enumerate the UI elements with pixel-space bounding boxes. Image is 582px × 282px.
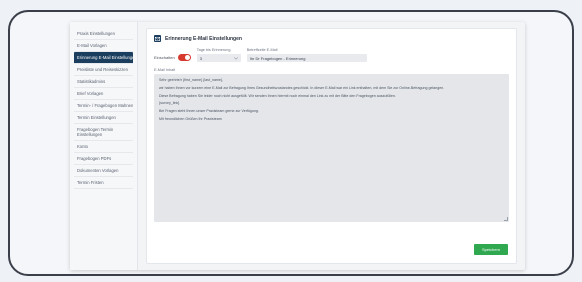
days-group: Tage bis Erinnerung 3 bbox=[196, 48, 241, 62]
days-select[interactable]: 3 bbox=[196, 54, 241, 62]
subject-input[interactable]: Ihr Dr Fragebogen - Erinnerung bbox=[246, 54, 367, 62]
enable-group: Einschalten bbox=[154, 54, 191, 62]
message-textarea[interactable]: Sehr geehrte/r {first_name} {last_name},… bbox=[154, 74, 509, 222]
days-label: Tage bis Erinnerung bbox=[196, 48, 231, 52]
message-line: wir haben Ihnen vor kurzem eine E-Mail z… bbox=[159, 85, 445, 90]
card-title: Erinnerung E-Mail Einstellungen bbox=[165, 35, 242, 42]
sidebar-item-termin-fragebogen-mahnen[interactable]: Termin- / Fragebogen Mahnen bbox=[74, 100, 133, 112]
message-line: Bei Fragen steht Ihnen unser Praxisteam … bbox=[159, 109, 259, 114]
toggle-knob bbox=[184, 55, 190, 60]
subject-group: Betreffzeile E-Mail Ihr Dr Fragebogen - … bbox=[246, 48, 367, 62]
sidebar-item-fragebogen-pdfs[interactable]: Fragebogen PDFs bbox=[74, 153, 133, 165]
settings-sidebar: Praxis Einstellungen E-Mail Vorlagen Eri… bbox=[70, 22, 138, 270]
message-line: Mit freundlichen Grüßen Ihr Praxisteam bbox=[159, 116, 222, 121]
enable-label: Einschalten bbox=[154, 54, 175, 60]
settings-row: Einschalten Tage bis Erinnerung 3 Betref… bbox=[154, 48, 509, 62]
sidebar-item-dokumenten-vorlagen[interactable]: Dokumenten Vorlagen bbox=[74, 165, 133, 177]
sidebar-item-statistikadmins[interactable]: Statistikadmins bbox=[74, 76, 133, 88]
sidebar-item-termin-fristen[interactable]: Termin Fristen bbox=[74, 177, 133, 189]
app-window: Praxis Einstellungen E-Mail Vorlagen Eri… bbox=[70, 22, 525, 270]
sidebar-item-konto[interactable]: Konto bbox=[74, 141, 133, 153]
sidebar-item-brief-vorlagen[interactable]: Brief Vorlagen bbox=[74, 88, 133, 100]
sidebar-item-fragebogen-termin[interactable]: Fragebogen Termin Einstellungen bbox=[74, 124, 133, 141]
envelope-icon bbox=[154, 35, 161, 42]
days-value: 3 bbox=[199, 55, 202, 61]
main-content: Erinnerung E-Mail Einstellungen Einschal… bbox=[138, 22, 525, 270]
sidebar-item-erinnerung-email[interactable]: Erinnerung E-Mail Einstellungen bbox=[74, 52, 133, 64]
message-label: E-Mail Inhalt bbox=[154, 68, 176, 72]
card-header: Erinnerung E-Mail Einstellungen bbox=[154, 35, 509, 42]
save-button[interactable]: Speichern bbox=[473, 244, 508, 255]
message-line: {survey_link} bbox=[159, 101, 180, 106]
reminder-email-settings-card: Erinnerung E-Mail Einstellungen Einschal… bbox=[146, 28, 517, 264]
sidebar-item-termin-einstellungen[interactable]: Termin Einstellungen bbox=[74, 112, 133, 124]
chevron-down-icon bbox=[233, 56, 238, 61]
sidebar-item-preisliste[interactable]: Preisliste und Reiseskizzen bbox=[74, 64, 133, 76]
subject-label: Betreffzeile E-Mail bbox=[246, 48, 278, 52]
resize-handle[interactable] bbox=[504, 217, 508, 221]
enable-toggle[interactable] bbox=[177, 54, 191, 61]
sidebar-item-email-vorlagen[interactable]: E-Mail Vorlagen bbox=[74, 40, 133, 52]
sidebar-item-praxis-einstellungen[interactable]: Praxis Einstellungen bbox=[74, 28, 133, 40]
message-line: Sehr geehrte/r {first_name} {last_name}, bbox=[159, 78, 224, 82]
message-line: Diese Befragung haben Sie leider noch ni… bbox=[159, 93, 396, 98]
